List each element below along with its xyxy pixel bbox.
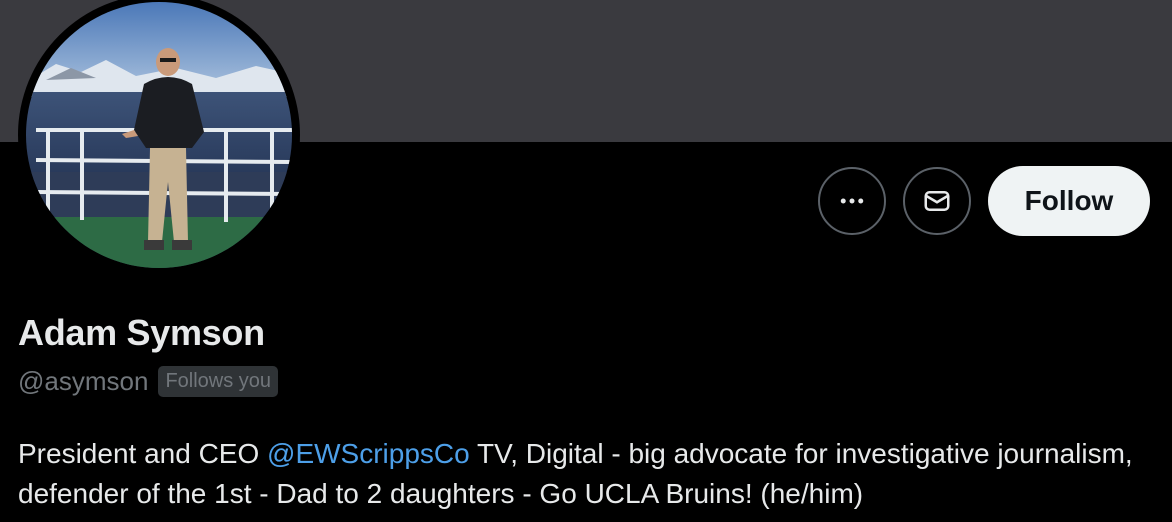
avatar[interactable]	[26, 2, 292, 268]
bio-text-start: President and CEO	[18, 438, 268, 469]
follows-you-badge: Follows you	[158, 366, 279, 397]
bio-mention-link[interactable]: @EWScrippsCo	[267, 438, 470, 469]
envelope-icon	[924, 191, 950, 211]
follow-button[interactable]: Follow	[988, 166, 1150, 236]
more-options-button[interactable]	[818, 167, 886, 235]
more-horizontal-icon	[840, 198, 864, 204]
handle-row: @asymson Follows you	[18, 366, 279, 397]
profile-actions: Follow	[818, 166, 1150, 236]
message-button[interactable]	[903, 167, 971, 235]
user-handle: @asymson	[18, 366, 149, 396]
avatar-photo	[26, 2, 292, 268]
profile-bio: President and CEO @EWScrippsCo TV, Digit…	[18, 434, 1138, 514]
display-name: Adam Symson	[18, 312, 265, 353]
